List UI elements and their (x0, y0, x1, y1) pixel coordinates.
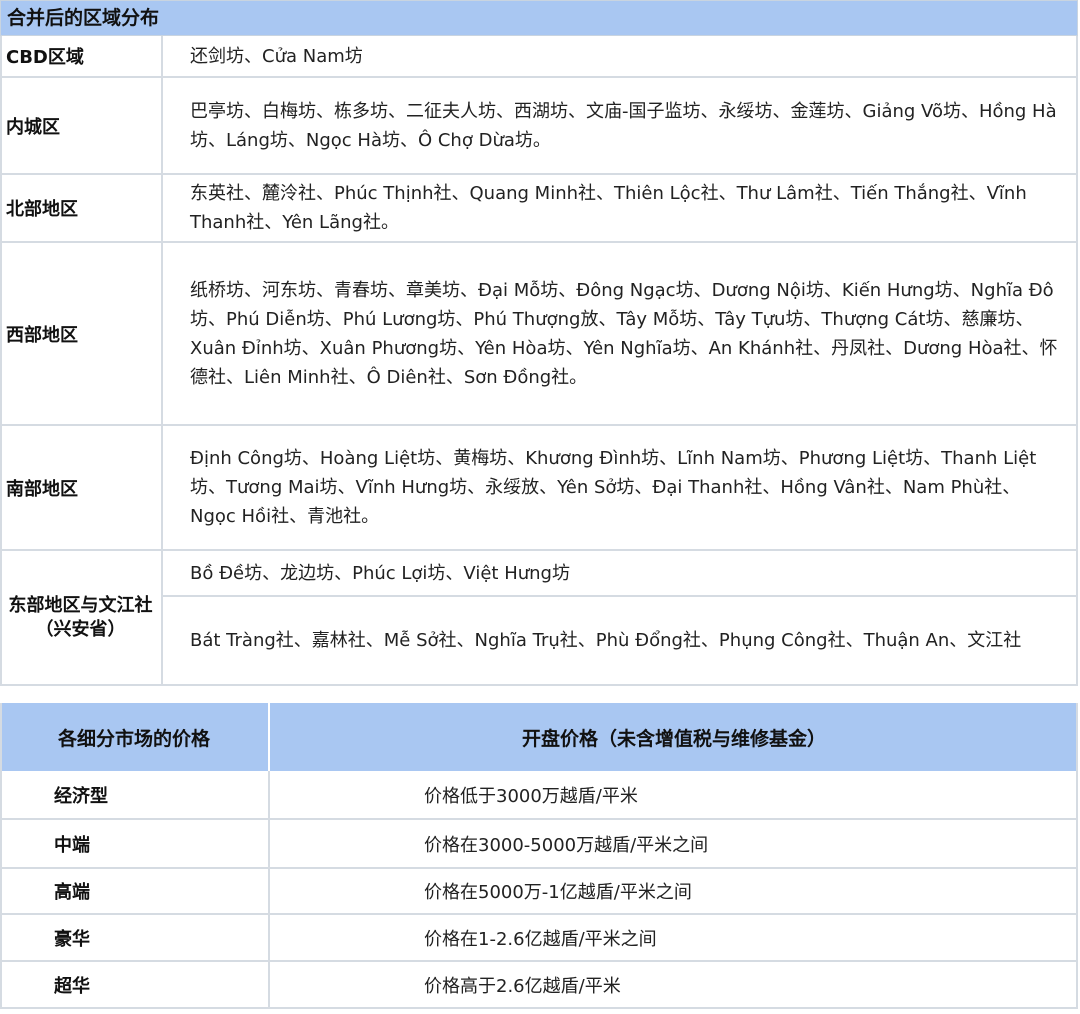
header-segment: 各细分市场的价格 (57, 727, 210, 750)
region-text: 巴亭坊、白梅坊、栋多坊、二征夫人坊、西湖坊、文庙-国子监坊、永绥坊、金莲坊、Gi… (190, 100, 1057, 151)
region-text: Định Công坊、Hoàng Liệt坊、黄梅坊、Khương Đình坊、… (190, 448, 1037, 527)
region-text-sub-b: Bát Tràng社、嘉林社、Mễ Sở社、Nghĩa Trụ社、Phù Đổn… (190, 630, 1022, 651)
region-label: 北部地区 (0, 175, 163, 241)
region-label: 南部地区 (0, 426, 163, 549)
table-row: 中端 价格在3000-5000万越盾/平米之间 (0, 820, 1078, 867)
price-table: 各细分市场的价格 开盘价格（未含增值税与维修基金） 经济型 价格低于3000万越… (0, 703, 1078, 1009)
segment-name: 超华 (54, 975, 90, 997)
table-row: 高端 价格在5000万-1亿越盾/平米之间 (0, 867, 1078, 914)
price-table-header: 各细分市场的价格 开盘价格（未含增值税与维修基金） (0, 703, 1078, 771)
segment-name: 中端 (54, 834, 90, 856)
segment-name: 豪华 (54, 928, 90, 950)
region-text: 纸桥坊、河东坊、青春坊、章美坊、Đại Mỗ坊、Đông Ngạc坊、Dương… (190, 279, 1058, 388)
table-row: 经济型 价格低于3000万越盾/平米 (0, 771, 1078, 818)
region-label: 西部地区 (0, 243, 163, 424)
segment-price: 价格在3000-5000万越盾/平米之间 (424, 834, 709, 856)
region-label: 东部地区与文江社（兴安省） (0, 551, 163, 684)
row-divider (0, 684, 1078, 686)
region-table: 合并后的区域分布 CBD区域 还剑坊、Cửa Nam坊 内城区 巴亭坊、白梅坊、… (0, 0, 1080, 686)
region-text-sub-a: Bồ Đề坊、龙边坊、Phúc Lợi坊、Việt Hưng坊 (190, 562, 570, 584)
region-row-inner-city: 内城区 巴亭坊、白梅坊、栋多坊、二征夫人坊、西湖坊、文庙-国子监坊、永绥坊、金莲… (0, 78, 1078, 173)
segment-price: 价格在5000万-1亿越盾/平米之间 (424, 881, 692, 903)
row-divider (0, 1007, 1078, 1009)
header-price: 开盘价格（未含增值税与维修基金） (521, 727, 826, 750)
region-label: CBD区域 (0, 36, 163, 76)
table-row: 豪华 价格在1-2.6亿越盾/平米之间 (0, 914, 1078, 961)
region-text: 东英社、麓泠社、Phúc Thịnh社、Quang Minh社、Thiên Lộ… (190, 183, 1027, 233)
region-row-south: 南部地区 Định Công坊、Hoàng Liệt坊、黄梅坊、Khương Đ… (0, 426, 1078, 549)
region-row-east: 东部地区与文江社（兴安省） Bồ Đề坊、龙边坊、Phúc Lợi坊、Việt … (0, 551, 1078, 684)
region-text: 还剑坊、Cửa Nam坊 (190, 45, 363, 67)
segment-price: 价格高于2.6亿越盾/平米 (424, 975, 621, 997)
segment-price: 价格低于3000万越盾/平米 (424, 785, 638, 807)
region-row-west: 西部地区 纸桥坊、河东坊、青春坊、章美坊、Đại Mỗ坊、Đông Ngạc坊、… (0, 243, 1078, 424)
table-row: 超华 价格高于2.6亿越盾/平米 (0, 961, 1078, 1008)
segment-price: 价格在1-2.6亿越盾/平米之间 (424, 928, 657, 950)
region-row-cbd: CBD区域 还剑坊、Cửa Nam坊 (0, 36, 1078, 76)
region-row-north: 北部地区 东英社、麓泠社、Phúc Thịnh社、Quang Minh社、Thi… (0, 175, 1078, 241)
region-label: 内城区 (0, 78, 163, 173)
region-table-title: 合并后的区域分布 (0, 0, 1078, 36)
segment-name: 经济型 (54, 785, 108, 807)
row-divider (163, 595, 1078, 597)
segment-name: 高端 (54, 881, 90, 903)
